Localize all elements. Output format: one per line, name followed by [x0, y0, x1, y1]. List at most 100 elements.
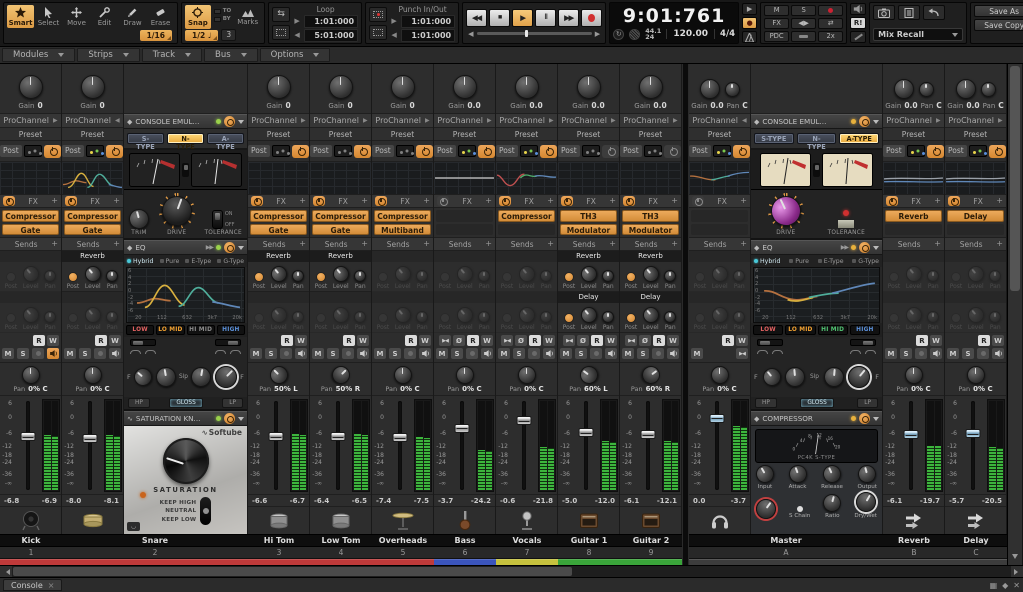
mute-button[interactable]: M: [885, 348, 897, 359]
eq-high-freq-knob[interactable]: [844, 362, 875, 393]
post-button[interactable]: Post: [558, 145, 580, 157]
scene-button[interactable]: [898, 5, 920, 20]
eq-plugin-icon[interactable]: [272, 145, 290, 157]
interleave-button[interactable]: ▶◀: [625, 335, 637, 346]
send-pan-knob[interactable]: [292, 311, 304, 323]
eq-module-header[interactable]: ◆ EQ ▶▶: [751, 240, 882, 255]
horizontal-scrollbar[interactable]: [0, 565, 1023, 577]
phase-button[interactable]: Ø: [639, 335, 651, 346]
add-send-button[interactable]: +: [740, 240, 747, 248]
send-pan-knob[interactable]: [416, 311, 428, 323]
time-signature-display[interactable]: 4/4: [720, 29, 735, 39]
post-button[interactable]: Post: [434, 145, 456, 157]
input-pan-knob[interactable]: [919, 82, 934, 97]
automation-write-button[interactable]: W: [481, 335, 493, 346]
play-button[interactable]: ▶: [512, 9, 533, 27]
console-type-a-button[interactable]: A-TYPE: [839, 133, 879, 144]
loop-toggle-button[interactable]: ⇆: [272, 7, 290, 22]
loop-start-time[interactable]: 1:01:000: [304, 15, 358, 28]
post-button[interactable]: Post: [248, 145, 270, 157]
send-pan-knob[interactable]: [106, 270, 118, 282]
post-button[interactable]: Post: [310, 145, 332, 157]
prochannel-expand-icon[interactable]: ▶: [363, 117, 368, 124]
eq-plugin-icon[interactable]: [24, 145, 42, 157]
pan-knob[interactable]: [638, 362, 663, 387]
fx-plugin-reverb[interactable]: Reverb: [885, 210, 942, 222]
fx-plugin-compressor[interactable]: Compressor: [250, 210, 307, 222]
record-arm-button[interactable]: [342, 348, 354, 359]
module-collapse-icon[interactable]: [238, 120, 244, 127]
eq-graph[interactable]: 6420-2-4-6 201126323k720k: [753, 267, 880, 323]
tempo-display[interactable]: 120.00: [666, 29, 715, 39]
scroll-left-arrow[interactable]: [0, 566, 12, 577]
module-power-button[interactable]: [859, 116, 870, 127]
send-level-knob[interactable]: [81, 304, 104, 327]
post-button[interactable]: Post: [62, 145, 84, 157]
high-shape-icon[interactable]: [215, 348, 241, 357]
dock-grid-icon[interactable]: ▦: [990, 581, 998, 590]
float-icon[interactable]: ◆: [1002, 581, 1008, 590]
send-level-knob[interactable]: [267, 304, 290, 327]
lp-filter-button[interactable]: LP: [222, 398, 243, 408]
drive-knob[interactable]: [158, 192, 196, 230]
send-level-knob[interactable]: [964, 263, 987, 286]
high-band-slider[interactable]: [850, 339, 876, 346]
snap-to-by-toggles[interactable]: TO BY: [214, 5, 231, 22]
prochannel-header[interactable]: ProChannel▶: [883, 114, 944, 128]
console-tab[interactable]: Console×: [3, 579, 62, 591]
post-button[interactable]: Post: [945, 145, 967, 157]
fader-handle[interactable]: [710, 414, 725, 423]
record-arm-button[interactable]: [404, 348, 416, 359]
gain-knob[interactable]: [577, 75, 601, 99]
strip-number[interactable]: 4: [310, 547, 372, 559]
mute-button[interactable]: M: [947, 348, 959, 359]
solo-button[interactable]: S: [637, 348, 649, 359]
send-post-button[interactable]: [316, 272, 326, 282]
prochannel-power-button[interactable]: [540, 145, 557, 158]
send-pan-knob[interactable]: [416, 270, 428, 282]
fx-plugin-th3[interactable]: TH3: [622, 210, 679, 222]
record-mini-button[interactable]: ●: [742, 17, 757, 29]
send-post-button[interactable]: [68, 272, 78, 282]
preset-selector[interactable]: Preset: [0, 128, 61, 141]
mute-button[interactable]: M: [250, 348, 262, 359]
prochannel-header[interactable]: ProChannel▶: [434, 114, 495, 128]
eq-mode-option[interactable]: Hybrid: [127, 258, 153, 265]
add-send-button[interactable]: +: [547, 240, 554, 248]
global-solo-button[interactable]: S: [791, 5, 816, 16]
track-icon[interactable]: [62, 507, 123, 534]
eq-himid-knob[interactable]: [190, 365, 213, 388]
eq-mode-option[interactable]: Pure: [789, 258, 809, 265]
automation-read-button[interactable]: R: [916, 335, 928, 346]
fx-plugin-gate[interactable]: Gate: [312, 224, 369, 236]
plugin-menu-icon[interactable]: ◡: [127, 522, 140, 531]
fx-rack-power-button[interactable]: [437, 196, 449, 206]
module-power-button[interactable]: [224, 242, 235, 253]
fx-plugin-compressor[interactable]: Compressor: [374, 210, 431, 222]
send-delay[interactable]: DelayPostLevelPan: [620, 292, 681, 333]
snap-toggle-button[interactable]: Snap: [185, 5, 211, 29]
scrub-track[interactable]: [477, 32, 592, 35]
track-icon[interactable]: [689, 507, 750, 534]
input-echo-button[interactable]: [295, 348, 307, 359]
gain-knob[interactable]: [81, 75, 105, 99]
console-type-s-button[interactable]: S-TYPE: [754, 133, 794, 144]
tolerance-button[interactable]: [837, 219, 855, 229]
module-power-button[interactable]: [859, 242, 870, 253]
strip-number[interactable]: 7: [496, 547, 558, 559]
stop-button[interactable]: ■: [489, 9, 510, 27]
send-level-knob[interactable]: [19, 304, 42, 327]
fader-handle[interactable]: [455, 424, 470, 433]
add-fx-button[interactable]: +: [423, 197, 430, 205]
input-echo-button[interactable]: [930, 348, 942, 359]
prochannel-expand-icon[interactable]: ▶: [301, 117, 306, 124]
fx-rack-power-button[interactable]: [65, 196, 77, 206]
prochannel-power-button[interactable]: [989, 145, 1006, 158]
mute-button[interactable]: M: [374, 348, 386, 359]
add-fx-button[interactable]: +: [671, 197, 678, 205]
send-level-knob[interactable]: [453, 304, 476, 327]
eq-plugin-icon[interactable]: [458, 145, 476, 157]
eq-flip-icon[interactable]: ▶▶: [841, 244, 848, 251]
add-fx-button[interactable]: +: [361, 197, 368, 205]
mute-button[interactable]: M: [436, 348, 448, 359]
